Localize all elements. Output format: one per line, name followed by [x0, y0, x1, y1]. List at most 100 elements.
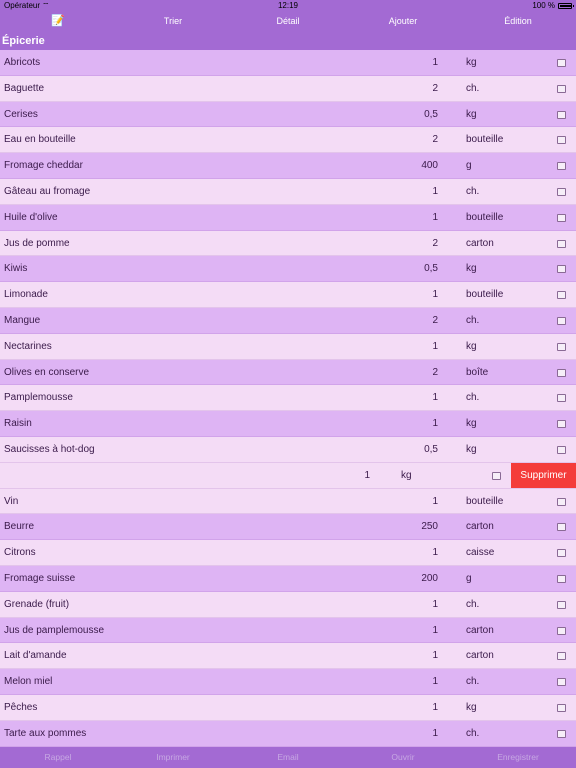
item-checkbox[interactable] — [557, 729, 566, 738]
item-quantity: 1 — [432, 392, 438, 404]
item-quantity: 1 — [432, 701, 438, 713]
item-checkbox[interactable] — [557, 600, 566, 609]
item-name: Nectarines — [4, 340, 52, 352]
delete-button[interactable]: Supprimer — [511, 462, 576, 488]
item-unit: boîte — [466, 366, 489, 378]
item-checkbox[interactable] — [557, 316, 566, 325]
item-name: Tarte aux pommes — [4, 727, 87, 739]
list-item[interactable]: Pêches 1 kg — [0, 694, 576, 721]
item-quantity: 2 — [432, 314, 438, 326]
list-item[interactable]: Beurre 250 carton — [0, 514, 576, 541]
item-name: Citrons — [4, 547, 36, 559]
item-checkbox[interactable] — [557, 549, 566, 558]
item-checkbox[interactable] — [557, 239, 566, 248]
add-button[interactable]: Ajouter — [373, 11, 433, 32]
item-checkbox[interactable] — [557, 394, 566, 403]
item-checkbox[interactable] — [557, 703, 566, 712]
item-checkbox[interactable] — [557, 652, 566, 661]
list-item[interactable]: Tarte aux pommes 1 ch. — [0, 720, 576, 747]
item-quantity: 2 — [432, 82, 438, 94]
list-item[interactable]: Fromage suisse 200 g — [0, 565, 576, 592]
item-unit: bouteille — [466, 211, 504, 223]
list-item[interactable]: Lait d'amande 1 carton — [0, 643, 576, 670]
list-item[interactable]: Melon miel 1 ch. — [0, 669, 576, 695]
item-checkbox[interactable] — [557, 265, 566, 274]
item-name: Raisin — [4, 418, 32, 430]
list-item[interactable]: Huile d'olive 1 bouteille — [0, 204, 576, 231]
item-checkbox[interactable] — [557, 110, 566, 119]
save-button[interactable]: Enregistrer — [488, 747, 548, 768]
list-item-swiped[interactable]: 1 kg Supprimer — [0, 462, 576, 489]
reminder-button[interactable]: Rappel — [28, 747, 88, 768]
open-button[interactable]: Ouvrir — [373, 747, 433, 768]
item-name: Melon miel — [4, 676, 53, 688]
battery-icon — [558, 2, 574, 9]
item-name: Gâteau au fromage — [4, 185, 91, 197]
item-checkbox[interactable] — [557, 497, 566, 506]
item-quantity: 1 — [432, 211, 438, 223]
item-checkbox[interactable] — [557, 626, 566, 635]
item-checkbox[interactable] — [557, 84, 566, 93]
list-item[interactable]: Cerises 0,5 kg — [0, 101, 576, 128]
item-checkbox[interactable] — [557, 523, 566, 532]
item-unit: kg — [466, 340, 477, 352]
item-unit: kg — [401, 469, 412, 481]
list-item[interactable]: Saucisses à hot-dog 0,5 kg — [0, 436, 576, 463]
list-item[interactable]: Nectarines 1 kg — [0, 333, 576, 360]
list-item[interactable]: Jus de pomme 2 carton — [0, 230, 576, 257]
list-item[interactable]: Jus de pamplemousse 1 carton — [0, 617, 576, 644]
item-unit: ch. — [466, 392, 480, 404]
item-unit: bouteille — [466, 289, 504, 301]
edit-button[interactable]: Édition — [488, 11, 548, 32]
list-item[interactable]: Gâteau au fromage 1 ch. — [0, 178, 576, 205]
list-item[interactable]: Pamplemousse 1 ch. — [0, 385, 576, 412]
item-checkbox[interactable] — [557, 213, 566, 222]
item-name: Eau en bouteille — [4, 134, 76, 146]
list-item[interactable]: Raisin 1 kg — [0, 411, 576, 437]
item-quantity: 1 — [432, 676, 438, 688]
list-item[interactable]: Abricots 1 kg — [0, 50, 576, 76]
list-item[interactable]: Fromage cheddar 400 g — [0, 153, 576, 179]
item-checkbox[interactable] — [557, 445, 566, 454]
item-unit: ch. — [466, 185, 480, 197]
item-name: Lait d'amande — [4, 650, 67, 662]
print-button[interactable]: Imprimer — [143, 747, 203, 768]
item-checkbox[interactable] — [557, 420, 566, 429]
item-unit: kg — [466, 443, 477, 455]
item-checkbox[interactable] — [557, 162, 566, 171]
item-checkbox[interactable] — [557, 136, 566, 145]
item-unit: kg — [466, 263, 477, 275]
item-unit: g — [466, 160, 472, 172]
item-name: Beurre — [4, 521, 35, 533]
item-checkbox[interactable] — [557, 291, 566, 300]
item-quantity: 0,5 — [424, 108, 438, 120]
list-item[interactable]: Eau en bouteille 2 bouteille — [0, 127, 576, 154]
detail-button[interactable]: Détail — [258, 11, 318, 32]
item-unit: carton — [466, 237, 494, 249]
item-unit: kg — [466, 701, 477, 713]
list-item[interactable]: Kiwis 0,5 kg — [0, 256, 576, 283]
item-checkbox[interactable] — [557, 574, 566, 583]
item-checkbox[interactable] — [557, 59, 566, 67]
list-item[interactable]: Limonade 1 bouteille — [0, 282, 576, 308]
list-item[interactable]: Olives en conserve 2 boîte — [0, 359, 576, 386]
item-checkbox[interactable] — [557, 678, 566, 687]
item-checkbox[interactable] — [557, 342, 566, 351]
list-item[interactable]: Baguette 2 ch. — [0, 75, 576, 102]
list-item[interactable]: Vin 1 bouteille — [0, 488, 576, 515]
item-checkbox[interactable] — [557, 368, 566, 377]
list-item[interactable]: Mangue 2 ch. — [0, 307, 576, 334]
item-unit: bouteille — [466, 495, 504, 507]
item-checkbox[interactable] — [492, 471, 501, 480]
list-item[interactable]: Grenade (fruit) 1 ch. — [0, 591, 576, 618]
item-quantity: 1 — [432, 650, 438, 662]
note-pencil-icon[interactable]: 📝 — [50, 11, 66, 32]
item-quantity: 1 — [432, 624, 438, 636]
email-button[interactable]: Email — [258, 747, 318, 768]
list-item[interactable]: Citrons 1 caisse — [0, 540, 576, 566]
sort-button[interactable]: Trier — [143, 11, 203, 32]
item-checkbox[interactable] — [557, 187, 566, 196]
item-name: Olives en conserve — [4, 366, 90, 378]
item-quantity: 0,5 — [424, 263, 438, 275]
item-unit: carton — [466, 624, 494, 636]
